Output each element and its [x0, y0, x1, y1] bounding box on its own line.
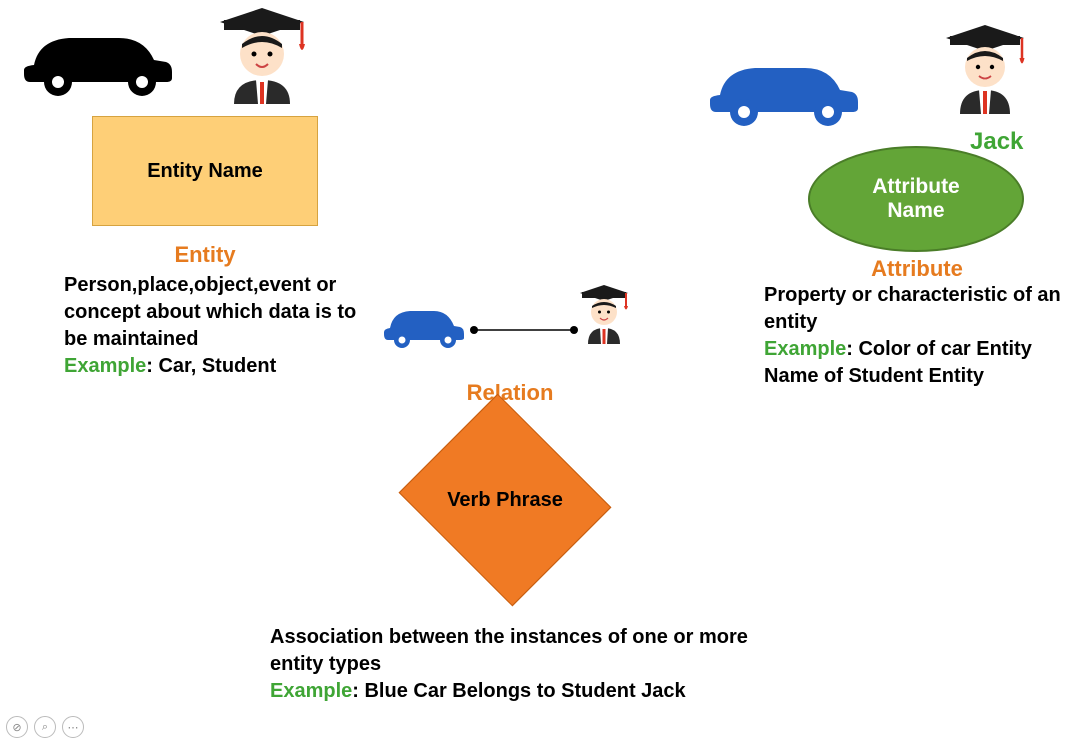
student-small-icon — [574, 280, 640, 357]
entity-box-label: Entity Name — [147, 160, 263, 183]
relation-description: Association between the instances of one… — [270, 626, 748, 675]
attribute-ellipse: Attribute Name — [808, 146, 1024, 252]
car-blue-small-icon — [378, 296, 466, 353]
relation-diamond: Verb Phrase — [390, 420, 620, 580]
toolbar-button-1[interactable]: ⊘ — [6, 716, 28, 738]
attribute-ellipse-label: Attribute Name — [872, 175, 960, 223]
attribute-example-label: Example — [764, 338, 846, 360]
entity-rectangle: Entity Name — [92, 116, 318, 226]
entity-example-text: : Car, Student — [146, 355, 276, 377]
entity-title: Entity — [150, 242, 260, 268]
relation-line — [466, 320, 582, 340]
more-icon[interactable]: ⋯ — [62, 716, 84, 738]
attribute-title: Attribute — [852, 256, 982, 282]
relation-example-label: Example — [270, 680, 352, 702]
relation-title: Relation — [450, 380, 570, 406]
student-large-icon — [212, 0, 322, 120]
toolbar: ⊘ ⌕ ⋯ — [6, 716, 84, 738]
entity-description-block: Person,place,object,event or concept abo… — [64, 272, 364, 380]
attribute-student-name: Jack — [970, 128, 1023, 156]
car-black-icon — [14, 10, 184, 105]
attribute-description: Property or characteristic of an entity — [764, 284, 1061, 333]
entity-description: Person,place,object,event or concept abo… — [64, 274, 356, 350]
relation-description-block: Association between the instances of one… — [270, 624, 770, 705]
student-medium-icon — [940, 18, 1040, 133]
zoom-icon[interactable]: ⌕ — [34, 716, 56, 738]
entity-example-label: Example — [64, 355, 146, 377]
relation-example-text: : Blue Car Belongs to Student Jack — [352, 680, 685, 702]
car-blue-large-icon — [700, 40, 870, 135]
relation-diamond-label: Verb Phrase — [447, 489, 563, 512]
attribute-description-block: Property or characteristic of an entity … — [764, 282, 1074, 390]
